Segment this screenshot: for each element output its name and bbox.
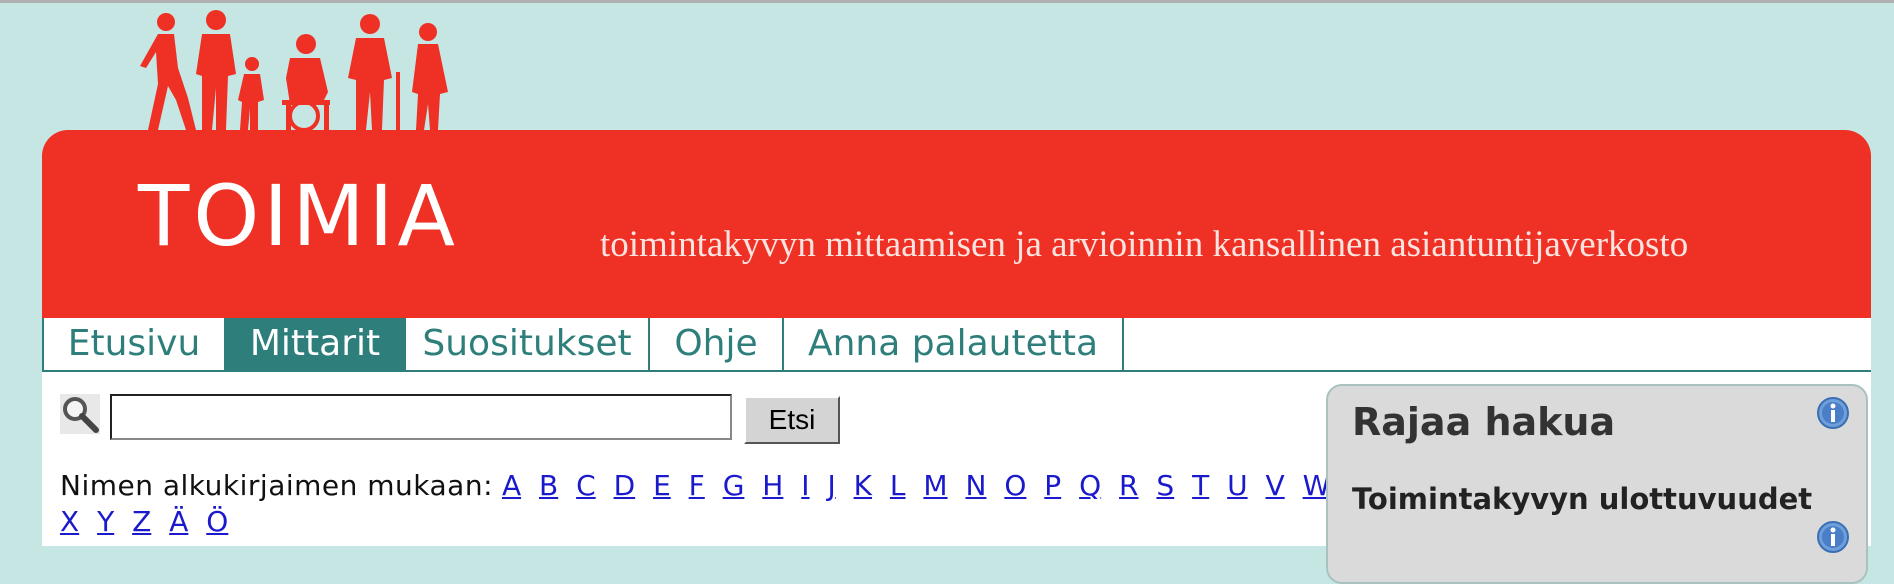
alphabet-letter-link[interactable]: N: [965, 469, 986, 502]
search-input[interactable]: [110, 394, 732, 440]
alphabet-letter-link[interactable]: D: [614, 469, 636, 502]
alphabet-letter-link[interactable]: Z: [132, 505, 151, 538]
alphabet-letter-link[interactable]: L: [890, 469, 906, 502]
alphabet-letter-link[interactable]: H: [762, 469, 783, 502]
alphabet-letter-link[interactable]: I: [801, 469, 809, 502]
site-logo[interactable]: TOIMIA: [138, 174, 459, 258]
alphabet-letter-link[interactable]: V: [1266, 469, 1285, 502]
alphabet-letter-link[interactable]: O: [1004, 469, 1026, 502]
filter-panel-title: Rajaa hakua: [1352, 400, 1616, 444]
people-silhouette-icon: [140, 10, 448, 132]
site-tagline: toimintakyvyn mittaamisen ja arvioinnin …: [600, 224, 1689, 265]
alphabet-letter-link[interactable]: G: [723, 469, 745, 502]
alphabet-letter-link[interactable]: T: [1192, 469, 1209, 502]
alphabet-letter-link[interactable]: Ä: [169, 505, 188, 538]
tab-suositukset[interactable]: Suositukset: [406, 318, 650, 370]
main-navigation: Etusivu Mittarit Suositukset Ohje Anna p…: [42, 318, 1871, 372]
search-button[interactable]: Etsi: [744, 396, 840, 444]
window-top-border: [0, 0, 1894, 3]
tab-etusivu[interactable]: Etusivu: [42, 318, 226, 370]
alphabet-letter-link[interactable]: F: [689, 469, 705, 502]
alphabet-label: Nimen alkukirjaimen mukaan:: [60, 469, 494, 502]
info-icon[interactable]: [1816, 520, 1850, 554]
filter-panel: Rajaa hakua Toimintakyvyn ulottuvuudet: [1326, 384, 1868, 584]
alphabet-letter-link[interactable]: Q: [1079, 469, 1101, 502]
alphabet-letter-link[interactable]: S: [1156, 469, 1174, 502]
alphabet-letter-link[interactable]: P: [1044, 469, 1061, 502]
alphabet-filter: Nimen alkukirjaimen mukaan: A B C D E F …: [60, 468, 1360, 540]
header-banner: TOIMIA toimintakyvyn mittaamisen ja arvi…: [42, 130, 1871, 320]
alphabet-letter-link[interactable]: C: [576, 469, 596, 502]
alphabet-letter-link[interactable]: R: [1119, 469, 1138, 502]
tab-ohje[interactable]: Ohje: [650, 318, 784, 370]
alphabet-letter-link[interactable]: K: [854, 469, 872, 502]
info-icon[interactable]: [1816, 396, 1850, 430]
tab-mittarit[interactable]: Mittarit: [226, 318, 406, 370]
search-icon: [60, 394, 100, 434]
alphabet-letter-link[interactable]: M: [923, 469, 947, 502]
alphabet-letter-link[interactable]: Y: [97, 505, 114, 538]
alphabet-letter-link[interactable]: J: [827, 469, 835, 502]
tab-anna-palautetta[interactable]: Anna palautetta: [784, 318, 1124, 370]
alphabet-letter-link[interactable]: Ö: [206, 505, 228, 538]
alphabet-letter-link[interactable]: E: [653, 469, 671, 502]
filter-section-title: Toimintakyvyn ulottuvuudet: [1352, 482, 1813, 516]
alphabet-letter-link[interactable]: A: [502, 469, 521, 502]
alphabet-letter-link[interactable]: X: [60, 505, 79, 538]
alphabet-letter-link[interactable]: B: [539, 469, 558, 502]
alphabet-letter-link[interactable]: U: [1227, 469, 1248, 502]
